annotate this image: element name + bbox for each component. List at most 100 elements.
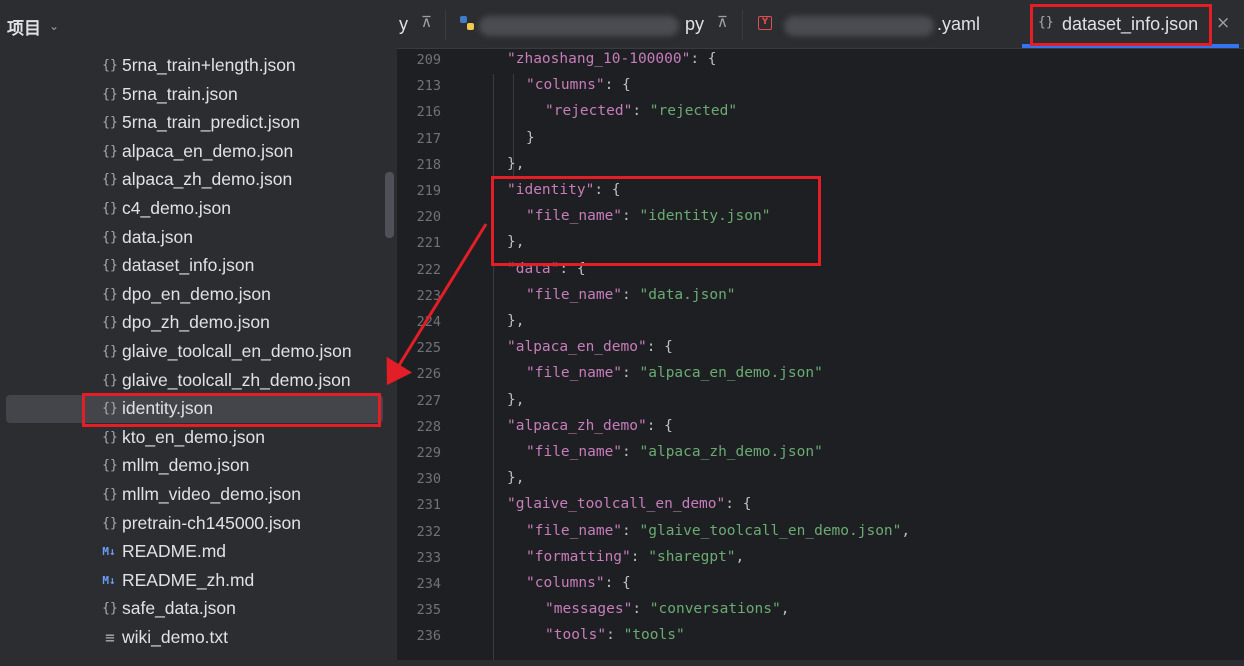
tab-2[interactable]: py ⊼ bbox=[457, 0, 747, 48]
json-punct: , bbox=[901, 522, 911, 539]
file-tree-item[interactable]: {} dpo_en_demo.json bbox=[0, 281, 390, 309]
file-tree-item[interactable]: {} safe_data.json bbox=[0, 595, 390, 623]
selected-file-highlight-box bbox=[82, 393, 381, 427]
code-text: }, bbox=[507, 470, 524, 486]
file-tree-item[interactable]: {} mllm_video_demo.json bbox=[0, 481, 390, 509]
markdown-icon: M↓ bbox=[102, 573, 116, 587]
json-punct: : { bbox=[690, 51, 717, 67]
pin-icon[interactable]: ⊼ bbox=[421, 13, 432, 31]
json-icon: {} bbox=[102, 372, 118, 388]
json-key: "zhaoshang_10-100000" bbox=[507, 51, 691, 67]
json-string: "tools" bbox=[623, 627, 685, 644]
code-text: "tools": "tools" bbox=[545, 627, 685, 643]
code-line: 217} bbox=[397, 127, 1244, 153]
file-tree-item[interactable]: {} dpo_zh_demo.json bbox=[0, 309, 390, 337]
tree-scrollbar[interactable] bbox=[385, 172, 394, 238]
file-name: kto_en_demo.json bbox=[122, 426, 266, 447]
status-strip bbox=[0, 660, 1244, 666]
file-name: README.md bbox=[122, 541, 227, 562]
json-icon: {} bbox=[102, 487, 118, 502]
file-tree-item[interactable]: {} dataset_info.json bbox=[0, 252, 390, 280]
json-icon: {} bbox=[102, 172, 118, 188]
json-key: "columns" bbox=[526, 77, 605, 94]
json-key: "file_name" bbox=[526, 522, 623, 539]
json-punct: }, bbox=[507, 470, 525, 487]
file-tree-item[interactable]: ≡ wiki_demo.txt bbox=[0, 624, 390, 652]
project-header[interactable]: 项目 ⌄ bbox=[0, 0, 397, 52]
file-tree-item[interactable]: {} alpaca_en_demo.json bbox=[0, 138, 390, 166]
tab-3[interactable]: Y .yaml bbox=[752, 0, 1017, 48]
line-number: 225 bbox=[416, 340, 441, 357]
project-pane: 项目 ⌄ {} 5rna_train+length.json{} 5rna_trai… bbox=[0, 0, 397, 660]
json-string: "alpaca_zh_demo.json" bbox=[639, 444, 823, 460]
tab-label: py bbox=[685, 14, 705, 34]
line-number: 229 bbox=[416, 445, 441, 461]
file-name: alpaca_zh_demo.json bbox=[122, 169, 293, 190]
json-punct: : { bbox=[725, 496, 752, 513]
file-tree-item[interactable]: M↓ README_zh.md bbox=[0, 567, 390, 595]
file-name: dataset_info.json bbox=[122, 255, 255, 276]
json-icon: {} bbox=[102, 258, 118, 274]
line-number: 232 bbox=[416, 523, 441, 540]
json-icon: {} bbox=[102, 58, 118, 73]
file-tree-item[interactable]: {} 5rna_train.json bbox=[0, 81, 390, 109]
line-number: 219 bbox=[416, 183, 441, 199]
file-tree-item[interactable]: M↓ README.md bbox=[0, 538, 390, 566]
file-name: dpo_en_demo.json bbox=[122, 283, 271, 304]
chevron-down-icon[interactable]: ⌄ bbox=[49, 19, 59, 33]
json-icon: {} bbox=[102, 143, 118, 159]
json-icon: {} bbox=[102, 201, 118, 216]
file-tree-item[interactable]: {} mllm_demo.json bbox=[0, 452, 390, 480]
line-number: 224 bbox=[416, 314, 441, 330]
active-tab-highlight-box bbox=[1030, 4, 1212, 46]
file-tree-item[interactable]: {} 5rna_train_predict.json bbox=[0, 109, 390, 137]
json-punct: } bbox=[526, 129, 535, 146]
code-text: "file_name": "alpaca_zh_demo.json" bbox=[526, 444, 823, 460]
line-number: 220 bbox=[416, 209, 441, 226]
close-icon[interactable]: × bbox=[1216, 13, 1230, 33]
code-text: "columns": { bbox=[526, 575, 631, 591]
line-number: 228 bbox=[416, 418, 441, 435]
file-tree-item[interactable]: {} kto_en_demo.json bbox=[0, 424, 390, 452]
file-name: 5rna_train+length.json bbox=[122, 55, 296, 75]
file-name: wiki_demo.txt bbox=[122, 627, 229, 647]
json-key: "file_name" bbox=[526, 444, 623, 460]
code-text: }, bbox=[507, 156, 524, 172]
file-name: alpaca_en_demo.json bbox=[122, 140, 294, 161]
file-tree-item[interactable]: {} alpaca_zh_demo.json bbox=[0, 166, 390, 194]
json-punct: }, bbox=[507, 313, 525, 329]
markdown-icon: M↓ bbox=[102, 545, 116, 559]
file-tree-item[interactable]: {} glaive_toolcall_zh_demo.json bbox=[0, 367, 390, 395]
code-line: 231 "glaive_toolcall_en_demo": { bbox=[397, 493, 1244, 519]
tab-1[interactable]: y ⊼ bbox=[397, 0, 452, 48]
file-name: 5rna_train.json bbox=[122, 83, 238, 104]
code-area[interactable]: 209 "zhaoshang_10-100000": {213 "columns":… bbox=[397, 48, 1244, 660]
file-tree-item[interactable]: {} c4_demo.json bbox=[0, 195, 390, 223]
code-line: 223 "file_name": "data.json" bbox=[397, 284, 1244, 310]
line-number: 223 bbox=[416, 287, 441, 304]
json-icon: {} bbox=[102, 86, 118, 102]
line-number: 227 bbox=[416, 392, 441, 409]
json-punct: }, bbox=[507, 391, 525, 408]
code-line: 225 "alpaca_en_demo": { bbox=[397, 336, 1244, 362]
file-tree-item[interactable]: {} pretrain-ch145000.json bbox=[0, 510, 390, 538]
pin-icon[interactable]: ⊼ bbox=[717, 13, 728, 31]
project-title[interactable]: 项目 bbox=[7, 14, 41, 39]
code-text: "alpaca_en_demo": { bbox=[507, 339, 673, 355]
json-string: "conversations" bbox=[649, 601, 781, 618]
code-text: "glaive_toolcall_en_demo": { bbox=[507, 496, 751, 512]
json-punct: : { bbox=[604, 77, 631, 94]
file-name: glaive_toolcall_zh_demo.json bbox=[122, 369, 351, 390]
code-text: "file_name": "data.json" bbox=[526, 287, 736, 303]
file-tree-item[interactable]: {} 5rna_train+length.json bbox=[0, 52, 390, 80]
code-line: 209 "zhaoshang_10-100000": { bbox=[397, 48, 1244, 74]
file-tree-item[interactable]: {} data.json bbox=[0, 224, 390, 252]
line-number: 218 bbox=[416, 156, 441, 173]
file-tree-item[interactable]: {} glaive_toolcall_en_demo.json bbox=[0, 338, 390, 366]
code-line: 224}, bbox=[397, 310, 1244, 336]
code-line: 230}, bbox=[397, 467, 1244, 493]
code-text: "alpaca_zh_demo": { bbox=[507, 418, 673, 434]
json-icon: {} bbox=[102, 429, 118, 445]
json-icon: {} bbox=[102, 344, 118, 359]
code-text: }, bbox=[507, 313, 524, 329]
